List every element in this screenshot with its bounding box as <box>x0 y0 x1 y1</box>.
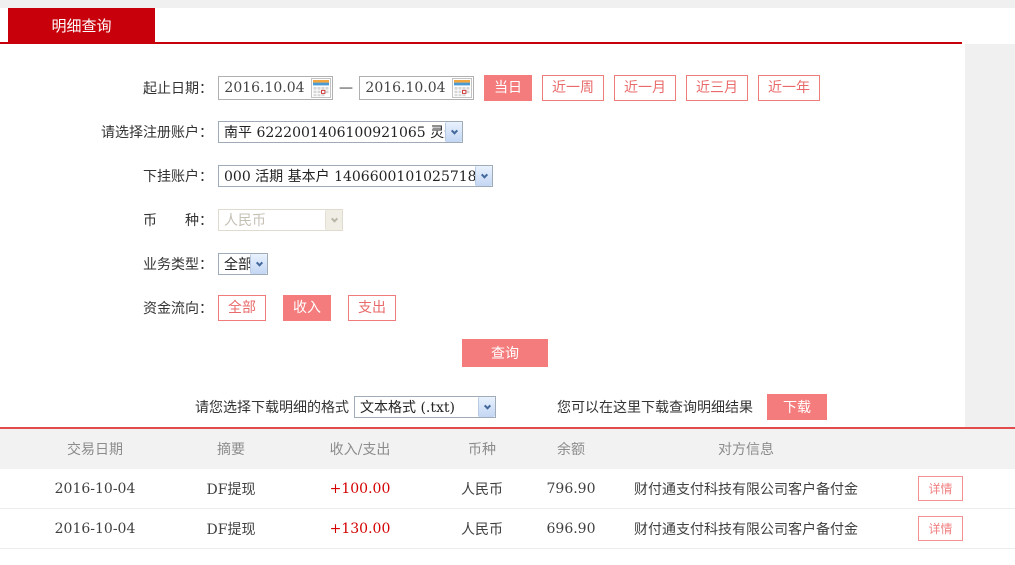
cell-transaction-date: 2016-10-04 <box>54 520 136 537</box>
table-header-row: 交易日期 摘要 收入/支出 币种 余额 对方信息 <box>0 429 1015 469</box>
tab-bar: 明细查询 <box>0 8 1015 42</box>
quick-button-last-year[interactable]: 近一年 <box>758 75 820 101</box>
header-summary: 摘要 <box>217 442 245 458</box>
cell-currency: 人民币 <box>461 481 503 498</box>
fund-flow-income-button[interactable]: 收入 <box>283 295 331 321</box>
register-account-select[interactable]: 南平 6222001406100921065 灵通卡 <box>218 121 463 143</box>
download-format-label: 请您选择下载明细的格式 <box>195 400 349 416</box>
page-top-strip <box>0 0 1015 8</box>
register-account-value: 南平 6222001406100921065 灵通卡 <box>224 125 445 141</box>
cell-action: 详情 <box>866 516 1015 541</box>
business-type-row: 业务类型： 全部 <box>0 251 962 277</box>
download-hint: 您可以在这里下载查询明细结果 <box>557 400 753 416</box>
sub-account-value: 000 活期 基本户 140660010102571848 <box>224 169 475 185</box>
currency-row: 币 种： 人民币 <box>0 207 962 233</box>
detail-button[interactable]: 详情 <box>918 476 963 501</box>
date-from-input[interactable]: 2016.10.04 <box>218 76 333 100</box>
quick-button-today[interactable]: 当日 <box>484 75 532 101</box>
quick-button-last-month[interactable]: 近一月 <box>614 75 676 101</box>
sub-account-row: 下挂账户： 000 活期 基本户 140660010102571848 <box>0 163 962 189</box>
cell-currency: 人民币 <box>461 521 503 538</box>
table-row: 2016-10-04 DF提现 +130.00 人民币 696.90 财付通支付… <box>0 509 1015 549</box>
date-range-label: 起止日期： <box>143 81 213 97</box>
calendar-icon[interactable] <box>310 77 332 99</box>
cell-summary: DF提现 <box>206 521 256 538</box>
detail-button[interactable]: 详情 <box>918 516 963 541</box>
business-type-label: 业务类型： <box>143 257 213 273</box>
fund-flow-all-button[interactable]: 全部 <box>218 295 266 321</box>
date-range-row: 起止日期： 2016.10.04 — 2016.10.04 当日 近一周 近一月… <box>0 75 962 101</box>
business-type-select[interactable]: 全部 <box>218 253 268 275</box>
currency-value: 人民币 <box>224 213 266 229</box>
fund-flow-expense-button[interactable]: 支出 <box>348 295 396 321</box>
chevron-down-icon[interactable] <box>475 166 492 186</box>
query-button[interactable]: 查询 <box>462 339 548 367</box>
chevron-down-icon[interactable] <box>445 122 462 142</box>
chevron-down-icon <box>325 210 342 230</box>
download-format-value: 文本格式 (.txt) <box>360 400 455 416</box>
fund-flow-label: 资金流向： <box>143 301 213 317</box>
date-range-separator: — <box>339 80 353 96</box>
quick-button-last-week[interactable]: 近一周 <box>542 75 604 101</box>
currency-label: 币 种： <box>143 213 213 229</box>
page-right-strip <box>965 44 1015 427</box>
chevron-down-icon[interactable] <box>250 254 267 274</box>
cell-transaction-date: 2016-10-04 <box>54 480 136 497</box>
header-transaction-date: 交易日期 <box>67 442 123 458</box>
cell-counterparty: 财付通支付科技有限公司客户备付金 <box>634 481 858 498</box>
cell-balance: 696.90 <box>546 520 596 537</box>
currency-select: 人民币 <box>218 209 343 231</box>
chevron-down-icon[interactable] <box>478 397 495 417</box>
table-row: 2016-10-04 DF提现 +100.00 人民币 796.90 财付通支付… <box>0 469 1015 509</box>
date-to-input[interactable]: 2016.10.04 <box>359 76 474 100</box>
quick-button-last-3-months[interactable]: 近三月 <box>686 75 748 101</box>
header-balance: 余额 <box>557 442 585 458</box>
register-account-label: 请选择注册账户： <box>101 125 213 141</box>
date-to-value: 2016.10.04 <box>365 80 446 96</box>
header-counterparty: 对方信息 <box>718 442 774 458</box>
cell-amount: +130.00 <box>329 520 391 537</box>
query-form: 起止日期： 2016.10.04 — 2016.10.04 当日 近一周 近一月… <box>0 44 962 420</box>
results-table: 交易日期 摘要 收入/支出 币种 余额 对方信息 2016-10-04 DF提现… <box>0 427 1015 549</box>
cell-summary: DF提现 <box>206 481 256 498</box>
query-row: 查询 <box>0 339 962 367</box>
download-row: 请您选择下载明细的格式 文本格式 (.txt) 您可以在这里下载查询明细结果 下… <box>195 394 962 420</box>
download-button[interactable]: 下载 <box>767 394 827 420</box>
business-type-value: 全部 <box>224 257 250 273</box>
header-income-expense: 收入/支出 <box>329 442 391 458</box>
tab-label: 明细查询 <box>51 16 112 35</box>
cell-counterparty: 财付通支付科技有限公司客户备付金 <box>634 521 858 538</box>
download-format-select[interactable]: 文本格式 (.txt) <box>354 396 496 418</box>
cell-amount: +100.00 <box>329 480 391 497</box>
header-currency: 币种 <box>468 442 496 458</box>
tab-detail-query[interactable]: 明细查询 <box>8 8 155 42</box>
sub-account-label: 下挂账户： <box>143 169 213 185</box>
cell-balance: 796.90 <box>546 480 596 497</box>
sub-account-select[interactable]: 000 活期 基本户 140660010102571848 <box>218 165 493 187</box>
calendar-icon[interactable] <box>451 77 473 99</box>
date-from-value: 2016.10.04 <box>224 80 305 96</box>
fund-flow-row: 资金流向： 全部 收入 支出 <box>0 295 962 321</box>
register-account-row: 请选择注册账户： 南平 6222001406100921065 灵通卡 <box>0 119 962 145</box>
cell-action: 详情 <box>866 476 1015 501</box>
